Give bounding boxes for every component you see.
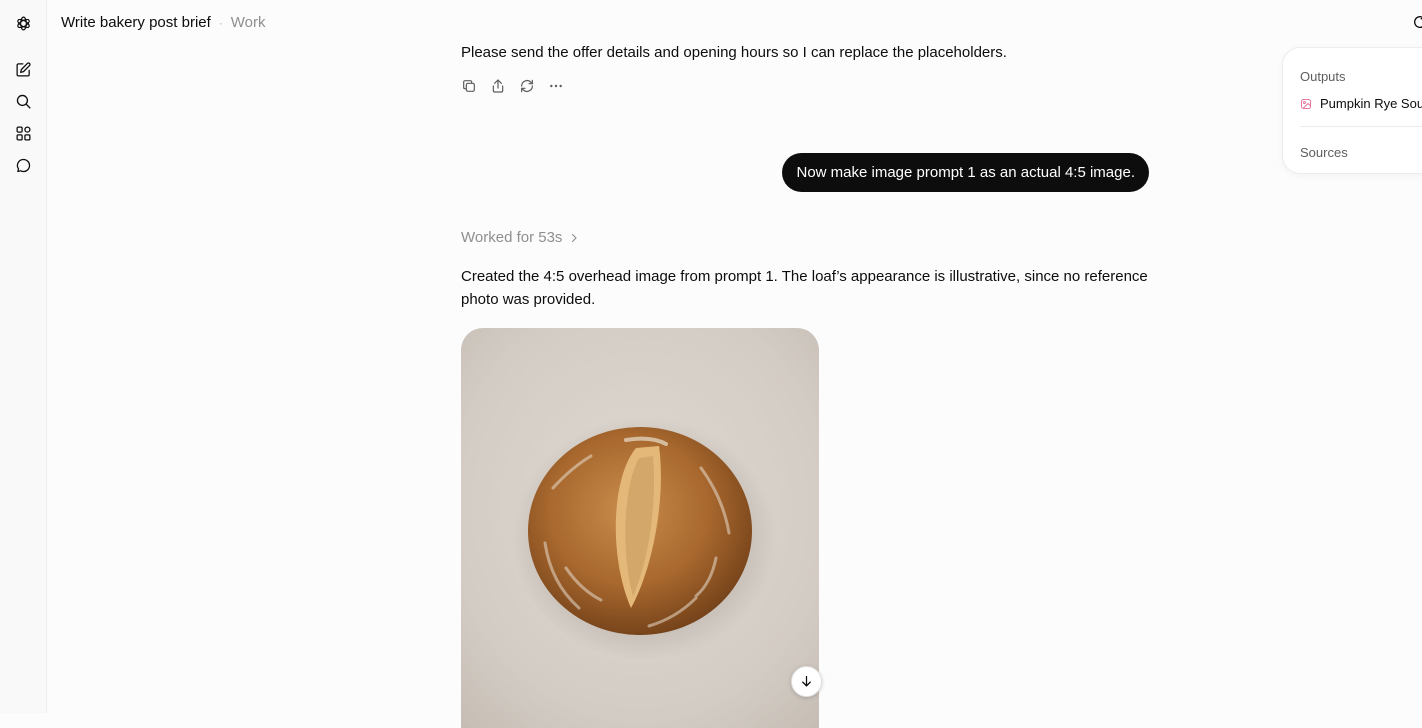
message-actions (460, 77, 565, 95)
logo-icon[interactable] (11, 11, 35, 35)
project-label[interactable]: Work (231, 14, 266, 31)
copy-icon[interactable] (460, 77, 478, 95)
chat-bubble-icon[interactable] (11, 153, 35, 177)
panel-divider (1300, 126, 1422, 127)
conversation-header: Write bakery post brief · Work (61, 14, 266, 31)
download-icon[interactable] (791, 666, 822, 697)
page-title[interactable]: Write bakery post brief (61, 14, 211, 31)
regenerate-icon[interactable] (518, 77, 536, 95)
worked-for-toggle[interactable]: Worked for 53s (461, 229, 580, 246)
outputs-panel: Outputs Pumpkin Rye Sou Sources (1282, 47, 1422, 174)
user-message-bubble: Now make image prompt 1 as an actual 4:5… (782, 153, 1149, 192)
apps-icon[interactable] (11, 121, 35, 145)
assistant-message: Please send the offer details and openin… (461, 44, 1007, 61)
title-separator: · (218, 15, 223, 30)
search-icon[interactable] (11, 89, 35, 113)
refresh-icon[interactable] (1412, 14, 1422, 30)
worked-for-label: Worked for 53s (461, 229, 563, 246)
output-item-label: Pumpkin Rye Sou (1320, 96, 1422, 111)
outputs-heading: Outputs (1300, 69, 1346, 84)
share-icon[interactable] (489, 77, 507, 95)
output-item[interactable]: Pumpkin Rye Sou (1300, 96, 1422, 111)
generated-image[interactable] (461, 328, 819, 728)
sidebar-rail (0, 0, 47, 713)
sources-heading[interactable]: Sources (1300, 145, 1348, 160)
assistant-reply: Created the 4:5 overhead image from prom… (461, 268, 1148, 308)
bread-loaf-illustration (461, 328, 819, 728)
image-file-icon (1301, 98, 1311, 109)
more-icon[interactable] (547, 77, 565, 95)
new-chat-icon[interactable] (11, 57, 35, 81)
chevron-right-icon (572, 233, 578, 242)
